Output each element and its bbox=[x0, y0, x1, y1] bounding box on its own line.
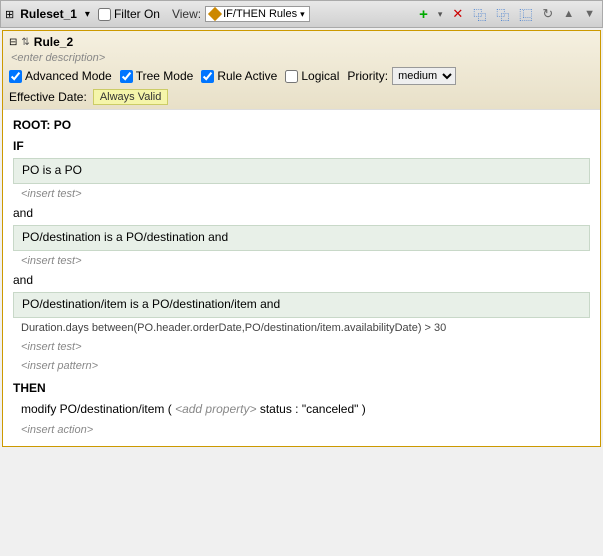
modify-suffix: status : "canceled" ) bbox=[260, 402, 366, 416]
rule-options: Advanced Mode Tree Mode Rule Active Logi… bbox=[9, 67, 594, 85]
condition-text-3: PO/destination/item is a PO/destination/… bbox=[22, 297, 280, 311]
tree-mode-checkbox[interactable]: Tree Mode bbox=[120, 69, 194, 83]
condition-block-2[interactable]: PO/destination is a PO/destination and bbox=[13, 225, 590, 250]
condition-text-2: PO/destination is a PO/destination and bbox=[22, 230, 228, 244]
filter-on-checkbox[interactable]: Filter On bbox=[98, 7, 160, 21]
rule-container: ⊟ ⇅ Rule_2 <enter description> Advanced … bbox=[2, 30, 601, 447]
add-property[interactable]: <add property> bbox=[175, 402, 256, 416]
loop-icon[interactable]: ↻ bbox=[539, 5, 556, 23]
insert-action[interactable]: <insert action> bbox=[21, 422, 582, 440]
root-label: ROOT: bbox=[13, 118, 50, 132]
rule-header: ⊟ ⇅ Rule_2 <enter description> Advanced … bbox=[3, 31, 600, 110]
priority-select[interactable]: medium bbox=[392, 67, 456, 85]
logical-input[interactable] bbox=[285, 70, 298, 83]
effective-date-section: Effective Date: Always Valid bbox=[9, 89, 594, 105]
tree-mode-input[interactable] bbox=[120, 70, 133, 83]
modify-prefix: modify PO/destination/item ( bbox=[21, 402, 175, 416]
root-value: PO bbox=[54, 118, 71, 132]
logical-label: Logical bbox=[301, 69, 339, 83]
logical-checkbox[interactable]: Logical bbox=[285, 69, 339, 83]
insert-test-1[interactable]: <insert test> bbox=[21, 186, 582, 204]
advanced-mode-checkbox[interactable]: Advanced Mode bbox=[9, 69, 112, 83]
advanced-mode-label: Advanced Mode bbox=[25, 69, 112, 83]
paste-icon[interactable]: ⿻ bbox=[493, 4, 512, 25]
diamond-icon bbox=[208, 7, 222, 21]
rule-active-label: Rule Active bbox=[217, 69, 277, 83]
condition-text-1: PO is a PO bbox=[22, 163, 82, 177]
expand-icon[interactable]: ⊞ bbox=[5, 8, 14, 21]
insert-pattern[interactable]: <insert pattern> bbox=[21, 358, 582, 376]
condition-block-1[interactable]: PO is a PO bbox=[13, 158, 590, 183]
filter-on-input[interactable] bbox=[98, 8, 111, 21]
add-dropdown-icon[interactable]: ▾ bbox=[435, 8, 446, 21]
view-label: View: bbox=[172, 7, 201, 21]
add-button[interactable]: + bbox=[416, 5, 431, 24]
rule-active-checkbox[interactable]: Rule Active bbox=[201, 69, 277, 83]
copy-icon[interactable]: ⿻ bbox=[470, 4, 489, 25]
view-dropdown[interactable]: IF/THEN Rules ▾ bbox=[205, 6, 310, 22]
rule-sort-icon[interactable]: ⇅ bbox=[21, 37, 29, 48]
priority-label: Priority: bbox=[347, 69, 388, 83]
rule-description[interactable]: <enter description> bbox=[11, 52, 594, 64]
insert-test-3[interactable]: <insert test> bbox=[21, 339, 582, 357]
always-valid-badge[interactable]: Always Valid bbox=[93, 89, 169, 105]
tree-mode-label: Tree Mode bbox=[136, 69, 194, 83]
condition-block-3[interactable]: PO/destination/item is a PO/destination/… bbox=[13, 292, 590, 317]
down-button[interactable]: ▼ bbox=[581, 7, 598, 21]
filter-on-label: Filter On bbox=[114, 7, 160, 21]
and-line-2: and bbox=[13, 271, 590, 290]
and-line-1: and bbox=[13, 204, 590, 223]
insert-test-2[interactable]: <insert test> bbox=[21, 253, 582, 271]
dropdown-arrow-icon[interactable]: ▾ bbox=[85, 9, 90, 20]
ruleset-header: ⊞ Ruleset_1 ▾ Filter On View: IF/THEN Ru… bbox=[0, 0, 603, 28]
up-button[interactable]: ▲ bbox=[560, 7, 577, 21]
advanced-mode-input[interactable] bbox=[9, 70, 22, 83]
rule-collapse-icon[interactable]: ⊟ bbox=[9, 37, 17, 48]
effective-date-label: Effective Date: bbox=[9, 90, 87, 104]
rule-active-input[interactable] bbox=[201, 70, 214, 83]
rule-title: Rule_2 bbox=[34, 35, 73, 49]
rule-body: ROOT: PO IF PO is a PO <insert test> and… bbox=[3, 110, 600, 446]
view-option-label: IF/THEN Rules bbox=[223, 8, 297, 20]
if-line: IF bbox=[13, 137, 590, 156]
paste2-icon[interactable]: ⿺ bbox=[516, 4, 535, 25]
delete-button[interactable]: ✕ bbox=[449, 5, 466, 23]
view-dropdown-arrow-icon: ▾ bbox=[300, 9, 305, 20]
root-line: ROOT: PO bbox=[13, 116, 590, 135]
ruleset-title: Ruleset_1 bbox=[20, 7, 77, 21]
then-line: THEN bbox=[13, 379, 590, 398]
expression-line[interactable]: Duration.days between(PO.header.orderDat… bbox=[21, 320, 582, 338]
priority-section: Priority: medium bbox=[347, 67, 456, 85]
modify-line[interactable]: modify PO/destination/item ( <add proper… bbox=[21, 400, 582, 419]
